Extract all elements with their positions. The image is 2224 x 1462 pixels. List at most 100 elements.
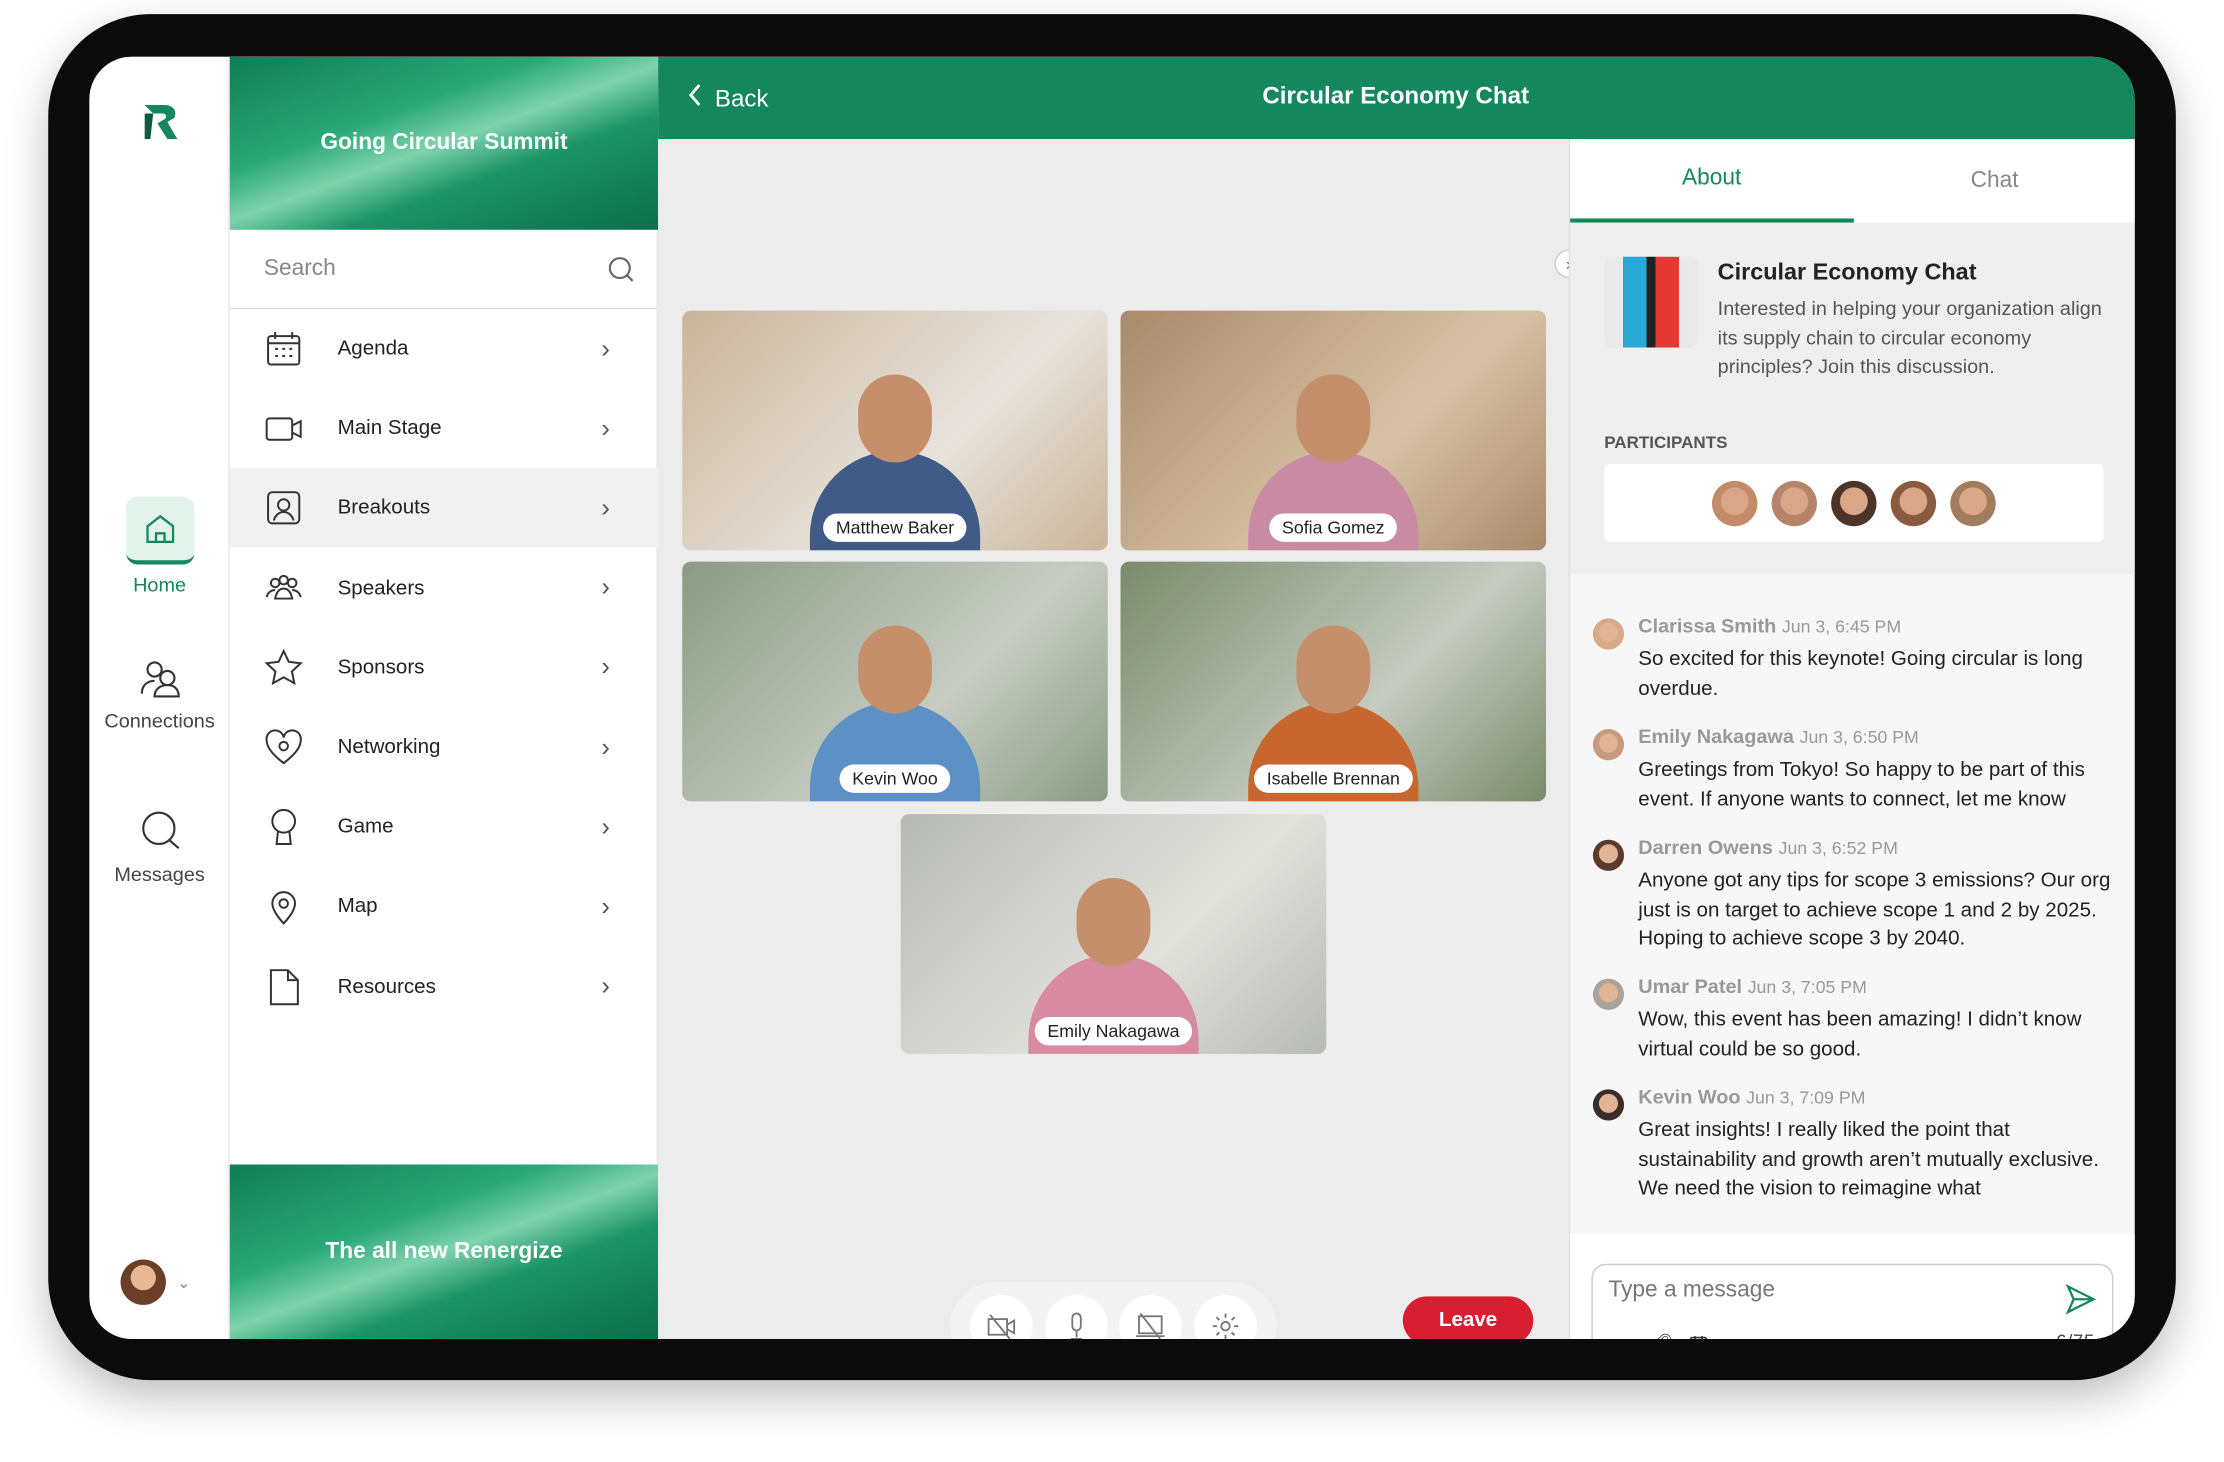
chevron-right-icon: › xyxy=(601,652,610,682)
tab-about[interactable]: About xyxy=(1570,139,1854,223)
message-placeholder: Type a message xyxy=(1608,1277,1775,1303)
video-tile[interactable]: Sofia Gomez xyxy=(1120,310,1547,551)
leave-button[interactable]: Leave xyxy=(1402,1296,1534,1339)
sidebar-item-label: Speakers xyxy=(337,576,425,600)
video-tile[interactable]: Matthew Baker xyxy=(682,310,1108,551)
avatar xyxy=(1592,618,1625,650)
sidebar-item-label: Map xyxy=(337,895,378,919)
participant-avatar[interactable] xyxy=(1950,480,1996,526)
rail-item-messages[interactable]: Messages xyxy=(89,808,229,885)
sidebar-item-label: Resources xyxy=(337,975,436,998)
rail-item-connections[interactable]: Connections xyxy=(89,655,229,732)
home-icon xyxy=(125,496,194,565)
nav-rail: Home Connections Messages ⌄ xyxy=(89,56,230,1339)
sidebar-item-sponsors[interactable]: Sponsors › xyxy=(230,628,658,707)
sidebar-item-networking[interactable]: Networking › xyxy=(230,708,658,787)
avatar xyxy=(1592,1089,1625,1121)
video-camera-icon xyxy=(230,409,338,449)
gear-icon xyxy=(1212,1313,1238,1339)
message-time: Jun 3, 7:09 PM xyxy=(1746,1087,1866,1108)
chevron-right-icon: › xyxy=(601,971,610,1001)
chevron-right-icon: › xyxy=(601,493,610,522)
video-tile[interactable]: Kevin Woo xyxy=(682,561,1108,802)
chevron-down-icon: ⌄ xyxy=(177,1274,191,1292)
participant-face xyxy=(1296,625,1371,714)
back-button[interactable]: Back xyxy=(687,82,769,115)
video-tile[interactable]: Isabelle Brennan xyxy=(1120,561,1547,802)
session-thumbnail xyxy=(1604,256,1698,348)
document-icon xyxy=(230,967,338,1007)
author-name: Kevin Woo xyxy=(1638,1085,1741,1108)
sidebar-item-agenda[interactable]: Agenda › xyxy=(230,309,658,388)
sidebar-item-label: Main Stage xyxy=(337,417,442,440)
page-title: Circular Economy Chat xyxy=(1262,82,1530,110)
sidebar-item-map[interactable]: Map › xyxy=(230,867,658,946)
chevron-right-icon: › xyxy=(601,573,610,602)
calendar-icon[interactable] xyxy=(1689,1335,1708,1339)
link-icon[interactable]: 🔗︎ xyxy=(1648,1332,1673,1339)
camera-toggle-button[interactable] xyxy=(970,1294,1033,1339)
screen-share-toggle-button[interactable] xyxy=(1119,1294,1182,1339)
participant-avatar[interactable] xyxy=(1712,480,1758,526)
participant-face xyxy=(858,374,932,463)
chat-list[interactable]: Clarissa Smith Jun 3, 6:45 PM So excited … xyxy=(1570,574,2135,1234)
sidebar-item-game[interactable]: Game › xyxy=(230,787,658,866)
message-text: Anyone got any tips for scope 3 emission… xyxy=(1638,869,2111,951)
microphone-toggle-button[interactable] xyxy=(1045,1294,1108,1339)
chevron-left-icon xyxy=(687,82,704,115)
send-icon[interactable] xyxy=(2064,1282,2098,1316)
video-area: Matthew Baker Sofia Gomez Kevin Woo Isab… xyxy=(658,139,1569,1339)
emoji-icon[interactable]: ☺ xyxy=(1608,1333,1628,1339)
chevron-right-icon: › xyxy=(601,334,610,363)
search-icon[interactable] xyxy=(607,255,635,283)
participant-avatar[interactable] xyxy=(1771,480,1817,526)
char-counter: 6/75 xyxy=(2056,1330,2095,1339)
author-name: Darren Owens xyxy=(1638,835,1773,859)
participant-avatar[interactable] xyxy=(1890,480,1937,526)
sidebar-item-breakouts[interactable]: Breakouts › xyxy=(229,468,659,549)
info-panel: About Chat Circular Economy Chat Interes… xyxy=(1568,139,2135,1339)
rail-item-home[interactable]: Home xyxy=(89,496,229,596)
message-time: Jun 3, 6:52 PM xyxy=(1778,838,1898,859)
promo-banner[interactable]: The all new Renergize xyxy=(229,1164,659,1339)
message-text: Wow, this event has been amazing! I didn… xyxy=(1638,1008,2082,1061)
avatar xyxy=(1592,978,1625,1010)
back-label: Back xyxy=(714,84,769,112)
author-name: Umar Patel xyxy=(1638,974,1743,998)
promo-text: The all new Renergize xyxy=(325,1238,563,1264)
tab-chat[interactable]: Chat xyxy=(1853,139,2135,223)
participant-name-tag: Sofia Gomez xyxy=(1269,513,1398,542)
message-time: Jun 3, 6:50 PM xyxy=(1799,727,1919,748)
user-menu[interactable]: ⌄ xyxy=(120,1259,191,1305)
session-description: Interested in helping your organization … xyxy=(1717,296,2102,378)
microphone-icon xyxy=(1070,1312,1082,1339)
screen-share-off-icon xyxy=(1136,1312,1165,1339)
chevron-right-icon: › xyxy=(601,892,610,921)
participant-name-tag: Isabelle Brennan xyxy=(1253,764,1413,793)
sidebar-item-label: Agenda xyxy=(337,337,409,361)
settings-button[interactable] xyxy=(1193,1294,1257,1339)
chevron-right-icon: › xyxy=(601,812,610,841)
message-input[interactable]: Type a message ☺ 🔗︎ 6/75 xyxy=(1591,1263,2114,1339)
header-bar: Back Circular Economy Chat xyxy=(658,56,2135,140)
messages-icon xyxy=(141,811,179,850)
rail-label: Connections xyxy=(104,709,215,732)
message-author: Clarissa Smith Jun 3, 6:45 PM xyxy=(1638,614,1901,637)
trophy-icon xyxy=(230,807,338,847)
participant-avatar[interactable] xyxy=(1831,480,1877,526)
search-input[interactable]: Search xyxy=(229,230,659,310)
participant-name-tag: Kevin Woo xyxy=(839,764,951,793)
sidebar-item-resources[interactable]: Resources › xyxy=(230,947,658,1026)
avatar xyxy=(120,1259,166,1305)
sidebar-item-main-stage[interactable]: Main Stage › xyxy=(230,389,658,468)
networking-icon xyxy=(230,728,338,768)
participant-face xyxy=(858,625,932,714)
rail-label: Home xyxy=(133,573,187,596)
video-tile[interactable]: Emily Nakagawa xyxy=(900,814,1327,1054)
app-screen: Home Connections Messages ⌄ Going Circul… xyxy=(89,56,2135,1339)
author-name: Emily Nakagawa xyxy=(1638,724,1794,748)
sidebar-item-speakers[interactable]: Speakers › xyxy=(230,548,658,627)
sidebar-item-label: Game xyxy=(337,815,394,839)
participant-face xyxy=(1076,877,1151,966)
avatar xyxy=(1592,729,1625,761)
